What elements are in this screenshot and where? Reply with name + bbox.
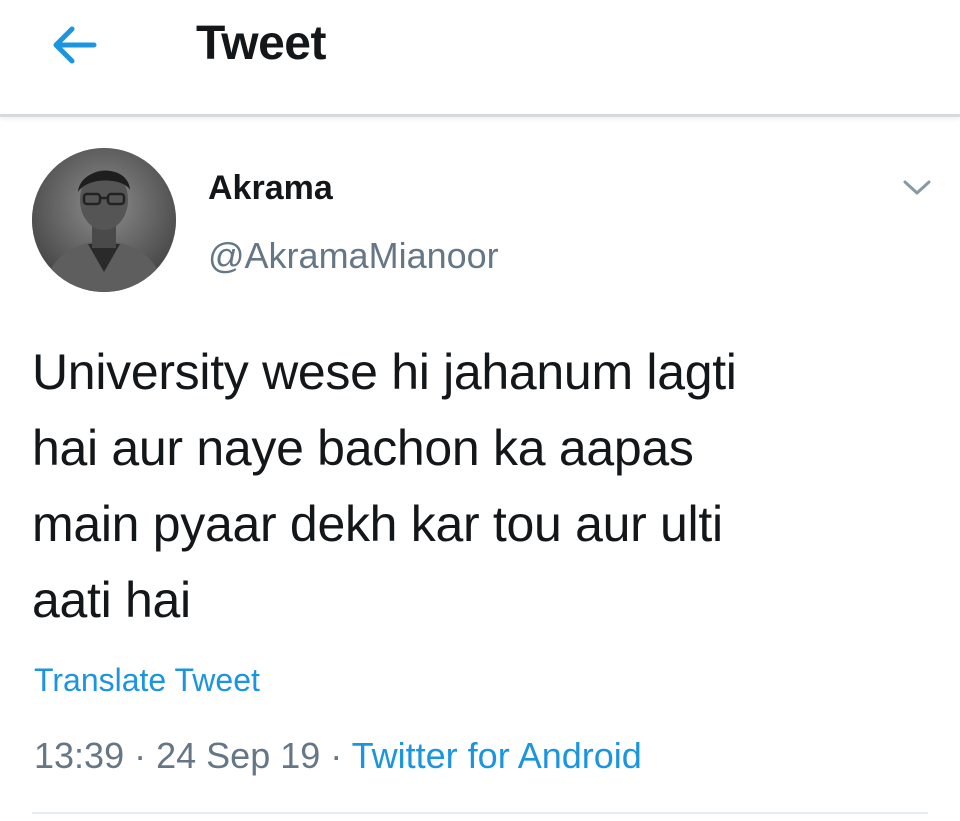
chevron-down-icon (903, 180, 931, 195)
tweet-meta: 13:39 · 24 Sep 19 · Twitter for Android (34, 734, 642, 778)
tweet-date: 24 Sep 19 (156, 735, 321, 776)
page-title: Tweet (196, 17, 326, 70)
tweet-menu-button[interactable] (898, 172, 936, 202)
header-divider (0, 114, 960, 117)
meta-separator: · (134, 735, 147, 776)
arrow-left-icon (53, 26, 97, 64)
meta-separator: · (330, 735, 343, 776)
tweet-divider (32, 812, 928, 814)
tweet-text: University wese hi jahanum lagti hai aur… (32, 344, 737, 628)
tweet-detail-screen: Tweet Akrama @AkramaMianoor University w… (0, 0, 960, 821)
tweet-time: 13:39 (34, 735, 125, 776)
tweet-source-link[interactable]: Twitter for Android (352, 735, 642, 776)
author-username[interactable]: @AkramaMianoor (208, 234, 499, 278)
back-button[interactable] (44, 16, 104, 72)
avatar-photo (32, 148, 176, 292)
author-display-name[interactable]: Akrama (208, 168, 333, 208)
translate-tweet-link[interactable]: Translate Tweet (34, 660, 260, 700)
avatar[interactable] (32, 148, 176, 292)
top-app-bar: Tweet (0, 0, 960, 114)
